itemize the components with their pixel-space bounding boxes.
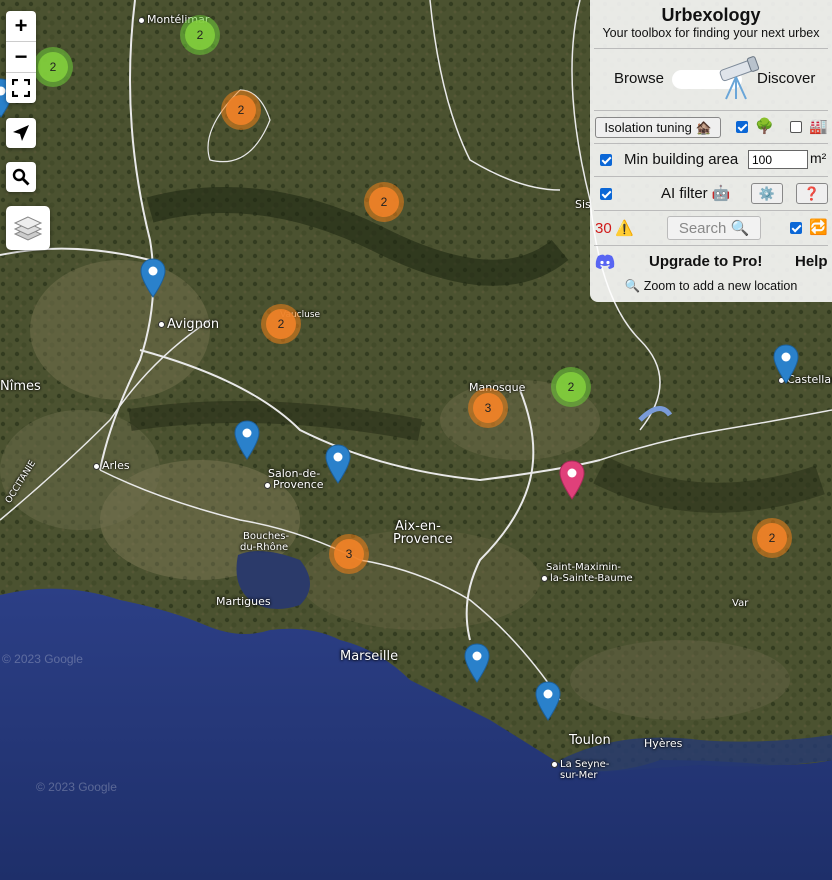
place-label: Aix-en- [395, 519, 441, 534]
place-label: du-Rhône [240, 542, 289, 553]
settings-button[interactable]: ⚙️ [751, 183, 783, 204]
location-cluster[interactable]: 3 [329, 534, 369, 574]
navigation-arrow-icon [13, 125, 29, 141]
divider [594, 210, 828, 211]
place-label: Martigues [216, 595, 271, 608]
warning-icon: ⚠️ [615, 220, 634, 237]
place-label: Provence [393, 532, 453, 547]
nature-checkbox[interactable] [736, 121, 748, 133]
search-button[interactable]: Search 🔍 [667, 216, 761, 240]
ai-filter-checkbox[interactable] [600, 188, 612, 200]
zoom-hint: 🔍 Zoom to add a new location [624, 279, 798, 293]
location-cluster[interactable]: 3 [468, 388, 508, 428]
divider [594, 48, 828, 49]
min-area-checkbox[interactable] [600, 154, 612, 166]
browse-label: Browse [614, 70, 665, 87]
area-unit: m² [810, 150, 827, 166]
divider [594, 176, 828, 177]
fullscreen-button[interactable] [6, 73, 36, 103]
auto-search-checkbox[interactable] [790, 222, 802, 234]
location-cluster[interactable]: 2 [221, 90, 261, 130]
fullscreen-icon [12, 79, 30, 97]
min-area-input[interactable] [748, 150, 808, 169]
location-cluster[interactable]: 2 [551, 367, 591, 407]
search-icon [12, 168, 30, 186]
building-checkbox[interactable] [790, 121, 802, 133]
location-pin[interactable] [325, 444, 351, 484]
zoom-in-button[interactable]: + [6, 11, 36, 42]
place-label: sur-Mer [560, 770, 598, 781]
layers-button[interactable] [6, 206, 50, 250]
repeat-icon: 🔁 [809, 219, 828, 236]
map-watermark: © 2023 Google [36, 780, 117, 794]
isolation-tuning-button[interactable]: Isolation tuning 🏚️ [595, 117, 721, 138]
map-watermark: © 2023 Google [2, 652, 83, 666]
place-label: la-Sainte-Baume [541, 573, 633, 584]
urbexology-panel: Urbexology Your toolbox for finding your… [590, 0, 832, 302]
discord-icon[interactable] [595, 254, 615, 270]
help-question-button[interactable]: ❓ [796, 183, 828, 204]
location-cluster[interactable]: 2 [33, 47, 73, 87]
place-label: Var [732, 598, 749, 609]
app-subtitle: Your toolbox for finding your next urbex [602, 26, 820, 40]
divider [594, 143, 828, 144]
discover-label: Discover [757, 70, 816, 87]
location-cluster[interactable]: 2 [180, 15, 220, 55]
map-search-button[interactable] [6, 162, 36, 192]
warning-count: 30 [595, 220, 612, 237]
app-title: Urbexology [661, 5, 761, 25]
telescope-icon [719, 56, 760, 100]
upgrade-link[interactable]: Upgrade to Pro! [649, 253, 762, 270]
zoom-control: + − [6, 11, 36, 103]
divider [594, 110, 828, 111]
location-cluster[interactable]: 2 [364, 182, 404, 222]
place-label: Saint-Maximin- [546, 562, 622, 573]
place-label: Avignon [158, 318, 219, 331]
ai-filter-label: AI filter 🤖 [661, 185, 731, 202]
location-pin[interactable] [464, 643, 490, 683]
locate-button[interactable] [6, 118, 36, 148]
place-label: Arles [93, 460, 130, 471]
location-pin[interactable] [535, 681, 561, 721]
place-label: Sis [575, 198, 591, 211]
place-label: Bouches- [243, 531, 290, 542]
location-pin[interactable] [773, 344, 799, 384]
location-pin[interactable] [140, 258, 166, 298]
place-label: Marseille [340, 649, 399, 664]
place-label: Nîmes [0, 379, 41, 394]
min-area-label: Min building area [624, 151, 739, 168]
zoom-out-button[interactable]: − [6, 42, 36, 73]
place-label: La Seyne- [551, 759, 609, 770]
tree-icon: 🌳 [755, 118, 774, 135]
layers-icon [13, 216, 43, 241]
divider [594, 245, 828, 246]
location-pin[interactable] [234, 420, 260, 460]
location-pin-selected[interactable] [559, 460, 585, 500]
place-label: Toulon [569, 733, 611, 748]
place-label: Provence [264, 479, 324, 490]
location-cluster[interactable]: 2 [261, 304, 301, 344]
place-label: Hyères [644, 737, 683, 750]
factory-icon: 🏭 [809, 118, 828, 135]
location-cluster[interactable]: 2 [752, 518, 792, 558]
help-link[interactable]: Help [795, 253, 828, 270]
